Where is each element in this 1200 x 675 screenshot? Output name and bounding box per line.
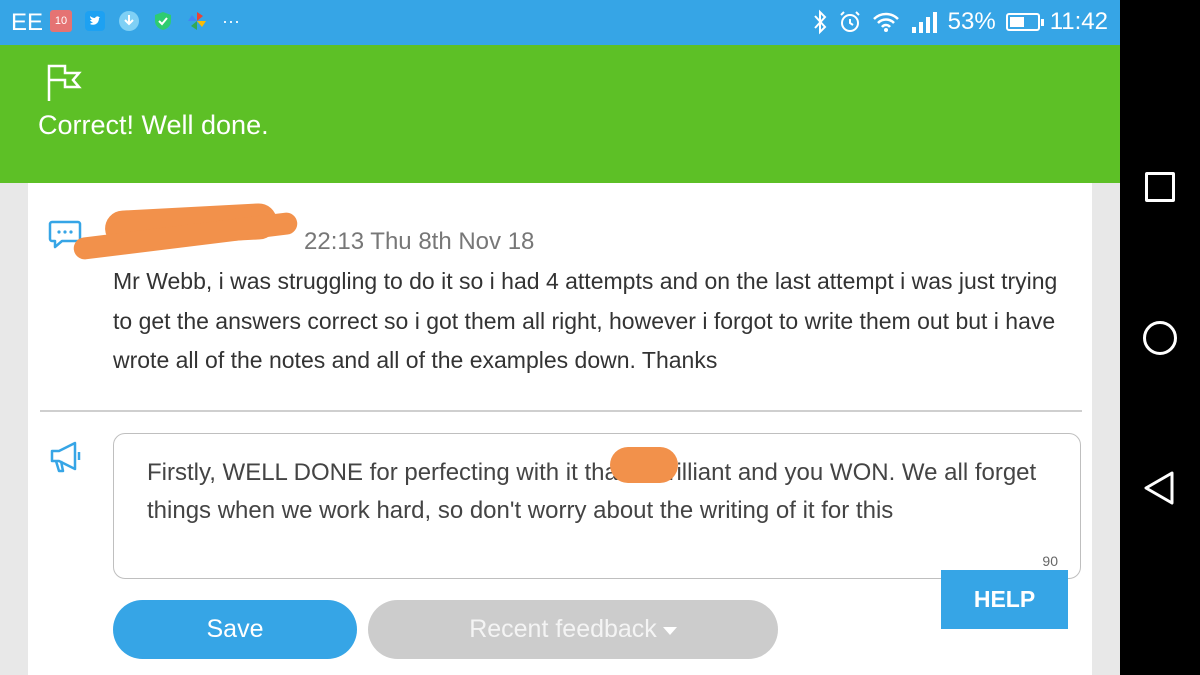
save-button[interactable]: Save bbox=[113, 600, 357, 659]
recent-apps-button[interactable] bbox=[1145, 172, 1175, 202]
signal-icon bbox=[911, 12, 937, 33]
battery-percent: 53% bbox=[947, 8, 996, 35]
bluetooth-icon bbox=[813, 9, 827, 35]
back-triangle-icon bbox=[1144, 471, 1174, 505]
feedback-text[interactable]: Firstly, WELL DONE for perfecting with i… bbox=[147, 454, 1057, 548]
comment-timestamp: 22:13 Thu 8th Nov 18 bbox=[304, 228, 535, 255]
wifi-icon bbox=[872, 12, 899, 32]
redaction-mark bbox=[610, 447, 678, 483]
back-button[interactable] bbox=[1142, 470, 1174, 505]
clock: 11:42 bbox=[1049, 8, 1108, 35]
chevron-down-icon bbox=[662, 626, 677, 635]
alarm-icon bbox=[839, 11, 860, 32]
result-banner: Correct! Well done. bbox=[0, 45, 1120, 183]
pinwheel-icon bbox=[186, 10, 208, 32]
navigation-bar bbox=[1120, 0, 1200, 675]
download-icon bbox=[118, 10, 140, 32]
home-button[interactable] bbox=[1143, 321, 1177, 355]
help-button[interactable]: HELP bbox=[941, 570, 1068, 629]
carrier-label: EE bbox=[11, 9, 44, 36]
battery-level bbox=[1009, 17, 1024, 27]
recent-feedback-button[interactable]: Recent feedback bbox=[368, 600, 778, 659]
shield-icon bbox=[152, 10, 174, 32]
calendar-icon: 10 bbox=[50, 10, 72, 32]
megaphone-icon bbox=[50, 441, 81, 473]
status-bar: EE 10 ··· 53% 11:42 bbox=[0, 0, 1120, 45]
more-notifications-icon: ··· bbox=[222, 10, 240, 31]
character-count: 90 bbox=[1042, 553, 1058, 569]
battery-icon bbox=[1005, 13, 1044, 31]
calendar-date: 10 bbox=[54, 14, 68, 27]
system-status: 53% 11:42 bbox=[812, 8, 1108, 36]
notification-icons: 10 ··· bbox=[50, 10, 242, 32]
result-message: Correct! Well done. bbox=[38, 110, 269, 140]
divider bbox=[40, 410, 1082, 412]
student-comment: Mr Webb, i was struggling to do it so i … bbox=[113, 268, 1058, 373]
twitter-icon bbox=[84, 10, 106, 32]
feedback-textarea[interactable]: Firstly, WELL DONE for perfecting with i… bbox=[113, 433, 1081, 579]
recent-feedback-label: Recent feedback bbox=[469, 615, 657, 643]
flag-icon bbox=[47, 64, 82, 101]
